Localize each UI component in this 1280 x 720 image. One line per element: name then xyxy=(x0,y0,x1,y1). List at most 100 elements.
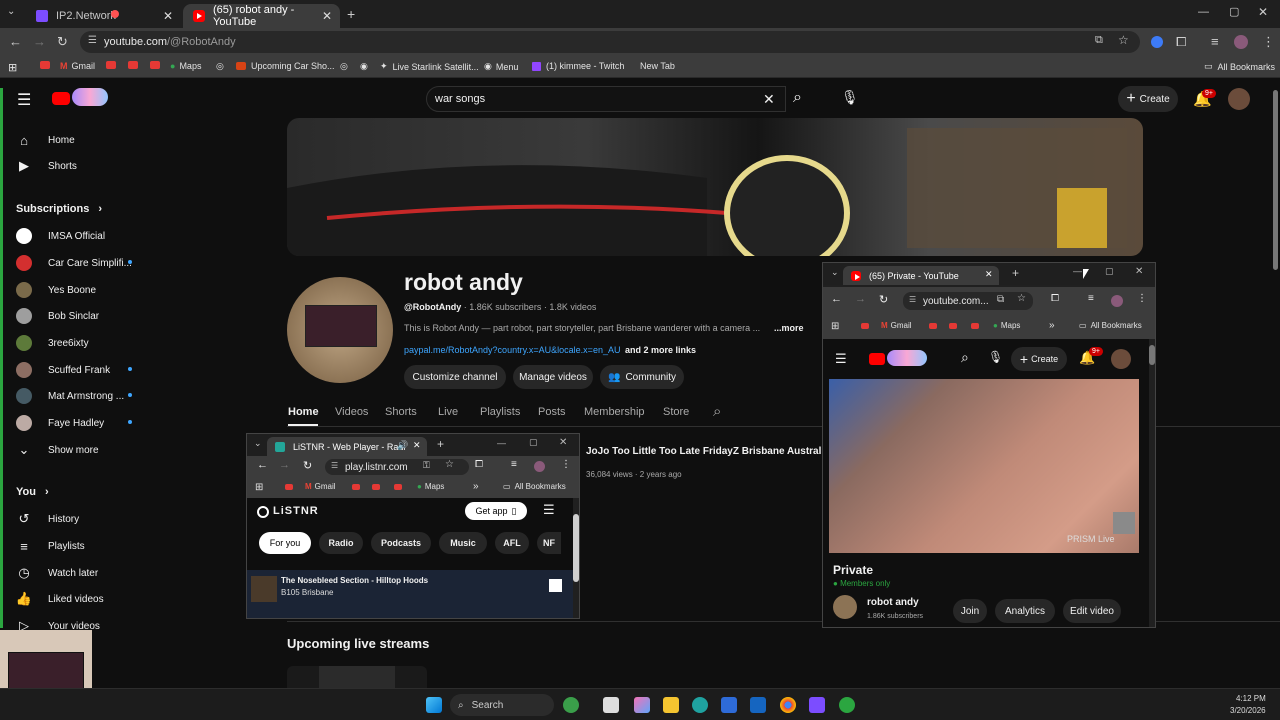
back-icon[interactable]: ← xyxy=(9,34,22,50)
subscriptions-heading[interactable]: Subscriptions › xyxy=(16,203,102,215)
reload-icon[interactable]: ↻ xyxy=(303,459,312,472)
reload-icon[interactable]: ↻ xyxy=(57,34,68,50)
outlook-icon[interactable] xyxy=(750,697,766,713)
extension-circle-icon[interactable] xyxy=(1151,36,1163,48)
bookmark-maps[interactable]: ● Maps xyxy=(170,61,201,71)
bookmark-youtube[interactable] xyxy=(949,323,962,329)
maximize-icon[interactable]: ▢ xyxy=(529,437,538,448)
tab-ip2network[interactable]: IP2.Network ✕ xyxy=(26,4,181,28)
bookmark-youtube[interactable] xyxy=(971,323,984,329)
obs-icon[interactable] xyxy=(839,697,855,713)
chrome-menu-icon[interactable]: ⋮ xyxy=(561,459,571,470)
chip-music[interactable]: Music xyxy=(439,532,487,554)
create-button[interactable]: + Create xyxy=(1118,86,1178,112)
channel-watermark-icon[interactable] xyxy=(1113,512,1135,534)
bookmark-youtube[interactable] xyxy=(861,323,874,329)
tab-store[interactable]: Store xyxy=(663,406,689,418)
sub-mat-armstrong[interactable]: Mat Armstrong ... xyxy=(16,388,124,404)
widgets-icon[interactable] xyxy=(563,697,579,713)
bookmark-gmail[interactable]: M Gmail xyxy=(305,482,336,491)
channel-name[interactable]: robot andy xyxy=(867,597,919,608)
profile-avatar[interactable] xyxy=(1111,295,1123,307)
sidebar-item-playlists[interactable]: ≡ Playlists xyxy=(16,538,84,554)
get-app-button[interactable]: Get app ▯ xyxy=(465,502,527,520)
forward-icon[interactable]: → xyxy=(855,293,866,305)
back-icon[interactable]: ← xyxy=(257,459,268,471)
stop-icon[interactable] xyxy=(549,579,562,592)
community-button[interactable]: 👥 Community xyxy=(600,365,684,389)
tab-home[interactable]: Home xyxy=(288,406,319,418)
microphone-icon[interactable]: 🎙 xyxy=(988,350,1003,364)
bookmark-star-icon[interactable]: ☆ xyxy=(1118,33,1129,47)
youtube-logo[interactable] xyxy=(52,92,70,105)
chip-afl[interactable]: AFL xyxy=(495,532,529,554)
bookmark-globe-3[interactable]: ◉ xyxy=(360,61,368,72)
bookmark-youtube[interactable] xyxy=(285,484,298,490)
chip-radio[interactable]: Radio xyxy=(319,532,363,554)
bookmark-starlink[interactable]: ✦ Live Starlink Satellit... xyxy=(380,61,479,72)
account-avatar[interactable] xyxy=(1111,349,1131,369)
taskbar-time[interactable]: 4:12 PM xyxy=(1236,694,1266,703)
private-scrollbar[interactable] xyxy=(1149,345,1155,365)
search-icon[interactable]: ⌕ xyxy=(793,89,802,107)
back-icon[interactable]: ← xyxy=(831,293,842,305)
featured-video-title[interactable]: JoJo Too Little Too Late FridayZ Brisban… xyxy=(586,446,855,457)
chip-nf[interactable]: NF xyxy=(537,532,561,554)
task-view-icon[interactable] xyxy=(603,697,619,713)
sidebar-item-watch-later[interactable]: ◷ Watch later xyxy=(16,565,98,581)
manage-videos-button[interactable]: Manage videos xyxy=(513,365,593,389)
clear-search-icon[interactable]: ✕ xyxy=(763,91,775,108)
apps-grid-icon[interactable]: ⊞ xyxy=(831,321,839,332)
bookmark-youtube-1[interactable] xyxy=(40,61,55,69)
bookmark-new-tab[interactable]: New Tab xyxy=(640,61,675,71)
taskbar-search[interactable]: ⌕ Search xyxy=(450,694,554,716)
private-youtube-window[interactable]: ⌄ (65) Private - YouTube ✕ + — ▢ ✕ ← → ↻… xyxy=(822,262,1156,628)
sub-yes-boone[interactable]: Yes Boone xyxy=(16,282,96,298)
tab-search-icon[interactable]: ⌄ xyxy=(831,267,839,278)
show-more-button[interactable]: ⌄ Show more xyxy=(16,442,99,458)
hamburger-menu-icon[interactable]: ☰ xyxy=(17,90,31,110)
media-control-icon[interactable]: ≡ xyxy=(511,459,517,470)
store-icon[interactable] xyxy=(721,697,737,713)
tab-shorts[interactable]: Shorts xyxy=(385,406,417,418)
join-button[interactable]: Join xyxy=(953,599,987,623)
extensions-icon[interactable]: ⧠ xyxy=(1051,293,1059,304)
bookmark-gmail[interactable]: M Gmail xyxy=(60,61,95,71)
listnr-tab[interactable]: LiSTNR - Web Player - Radi 🔊 ✕ xyxy=(267,437,427,456)
bookmark-globe[interactable]: ◎ xyxy=(216,61,224,72)
tab-search-icon[interactable]: ⌄ xyxy=(7,6,21,20)
search-icon[interactable]: ⌕ xyxy=(961,349,969,366)
paypal-link[interactable]: paypal.me/RobotAndy?country.x=AU&locale.… xyxy=(404,345,620,355)
close-window-icon[interactable]: ✕ xyxy=(559,437,567,448)
youtube-logo[interactable] xyxy=(869,353,885,365)
analytics-button[interactable]: Analytics xyxy=(995,599,1055,623)
close-icon[interactable]: ✕ xyxy=(163,9,173,23)
maximize-icon[interactable]: ▢ xyxy=(1229,5,1239,18)
bookmark-star-icon[interactable]: ☆ xyxy=(445,459,454,470)
close-window-icon[interactable]: ✕ xyxy=(1135,266,1143,277)
all-bookmarks[interactable]: ▭ All Bookmarks xyxy=(503,482,566,491)
address-bar[interactable]: ☰ youtube.com/@RobotAndy ⧉ ☆ xyxy=(80,31,1140,53)
bookmark-youtube-2[interactable] xyxy=(106,61,121,69)
profile-avatar[interactable] xyxy=(1234,35,1248,49)
sub-faye-hadley[interactable]: Faye Hadley xyxy=(16,415,104,431)
reload-icon[interactable]: ↻ xyxy=(879,293,888,306)
sub-3ree6ixty[interactable]: 3ree6ixty xyxy=(16,335,89,351)
listnr-logo[interactable]: LiSTNR xyxy=(273,505,319,517)
tab-search-icon[interactable]: ⌄ xyxy=(254,438,262,449)
sidebar-item-history[interactable]: ↺ History xyxy=(16,511,80,527)
close-icon[interactable]: ✕ xyxy=(985,269,993,280)
forward-icon[interactable]: → xyxy=(33,34,46,50)
edit-video-button[interactable]: Edit video xyxy=(1063,599,1121,623)
hamburger-menu-icon[interactable]: ☰ xyxy=(835,351,847,367)
bookmark-twitch[interactable]: (1) kimmee - Twitch xyxy=(532,61,624,71)
sidebar-item-shorts[interactable]: ▶ Shorts xyxy=(16,158,77,174)
extensions-icon[interactable]: ⧠ xyxy=(475,459,483,470)
listnr-window[interactable]: ⌄ LiSTNR - Web Player - Radi 🔊 ✕ + — ▢ ✕… xyxy=(246,433,580,619)
channel-search-icon[interactable]: ⌕ xyxy=(713,403,721,420)
all-bookmarks[interactable]: ▭ All Bookmarks xyxy=(1204,61,1275,72)
sub-bob-sinclar[interactable]: Bob Sinclar xyxy=(16,308,99,324)
sub-imsa[interactable]: IMSA Official xyxy=(16,228,105,244)
minimize-icon[interactable]: — xyxy=(1073,266,1082,276)
apps-grid-icon[interactable]: ⊞ xyxy=(8,61,17,74)
